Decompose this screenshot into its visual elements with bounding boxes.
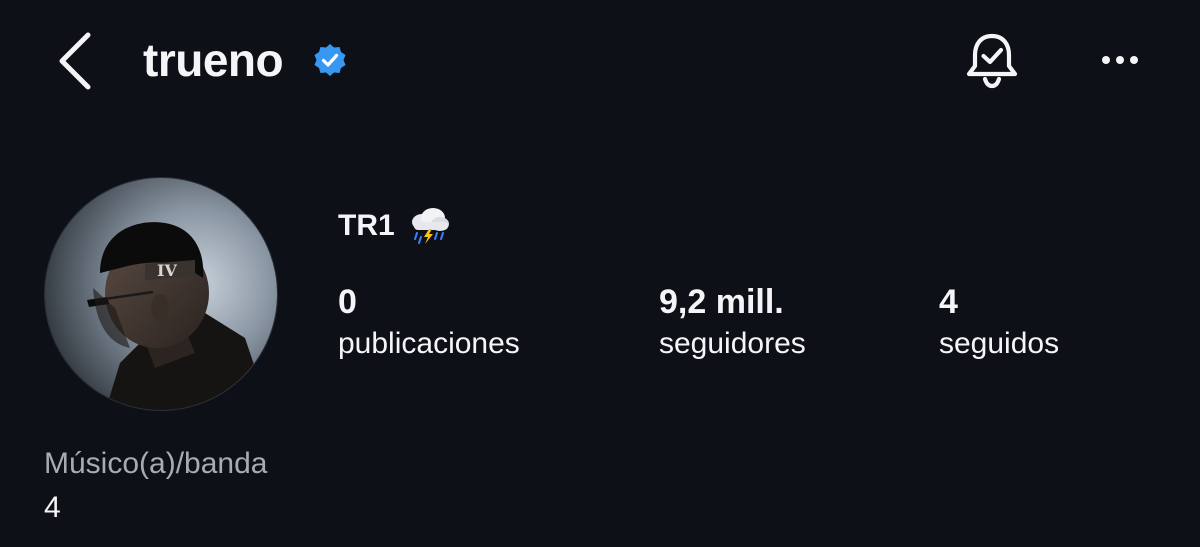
following-count[interactable]: 4 seguidos bbox=[939, 282, 1059, 362]
profile-display-name: TR1 bbox=[338, 206, 451, 246]
cloud-with-lightning-and-rain-icon bbox=[407, 206, 451, 246]
notifications-button[interactable] bbox=[960, 28, 1024, 92]
followers-count-value: 9,2 mill. bbox=[659, 283, 784, 321]
profile-username: trueno bbox=[143, 34, 284, 86]
display-name-text: TR1 bbox=[338, 209, 395, 242]
chevron-left-icon bbox=[59, 32, 91, 90]
followers-count[interactable]: 9,2 mill. seguidores bbox=[659, 282, 806, 362]
verified-badge-icon bbox=[313, 43, 347, 77]
posts-count-label: publicaciones bbox=[338, 327, 520, 360]
back-button[interactable] bbox=[50, 30, 106, 92]
svg-text:IV: IV bbox=[157, 261, 177, 280]
posts-count[interactable]: 0 publicaciones bbox=[338, 282, 520, 362]
following-count-label: seguidos bbox=[939, 327, 1060, 360]
more-horizontal-icon bbox=[1102, 56, 1138, 64]
profile-header: trueno bbox=[0, 0, 1200, 120]
more-options-button[interactable] bbox=[1090, 40, 1150, 80]
profile-category: Músico(a)/banda bbox=[44, 447, 268, 480]
posts-count-value: 0 bbox=[338, 283, 357, 321]
followers-count-label: seguidores bbox=[659, 327, 806, 360]
profile-bio: 4 bbox=[44, 491, 61, 524]
profile-avatar[interactable]: IV bbox=[44, 177, 278, 411]
bell-check-icon bbox=[966, 33, 1018, 89]
following-count-value: 4 bbox=[939, 283, 958, 321]
